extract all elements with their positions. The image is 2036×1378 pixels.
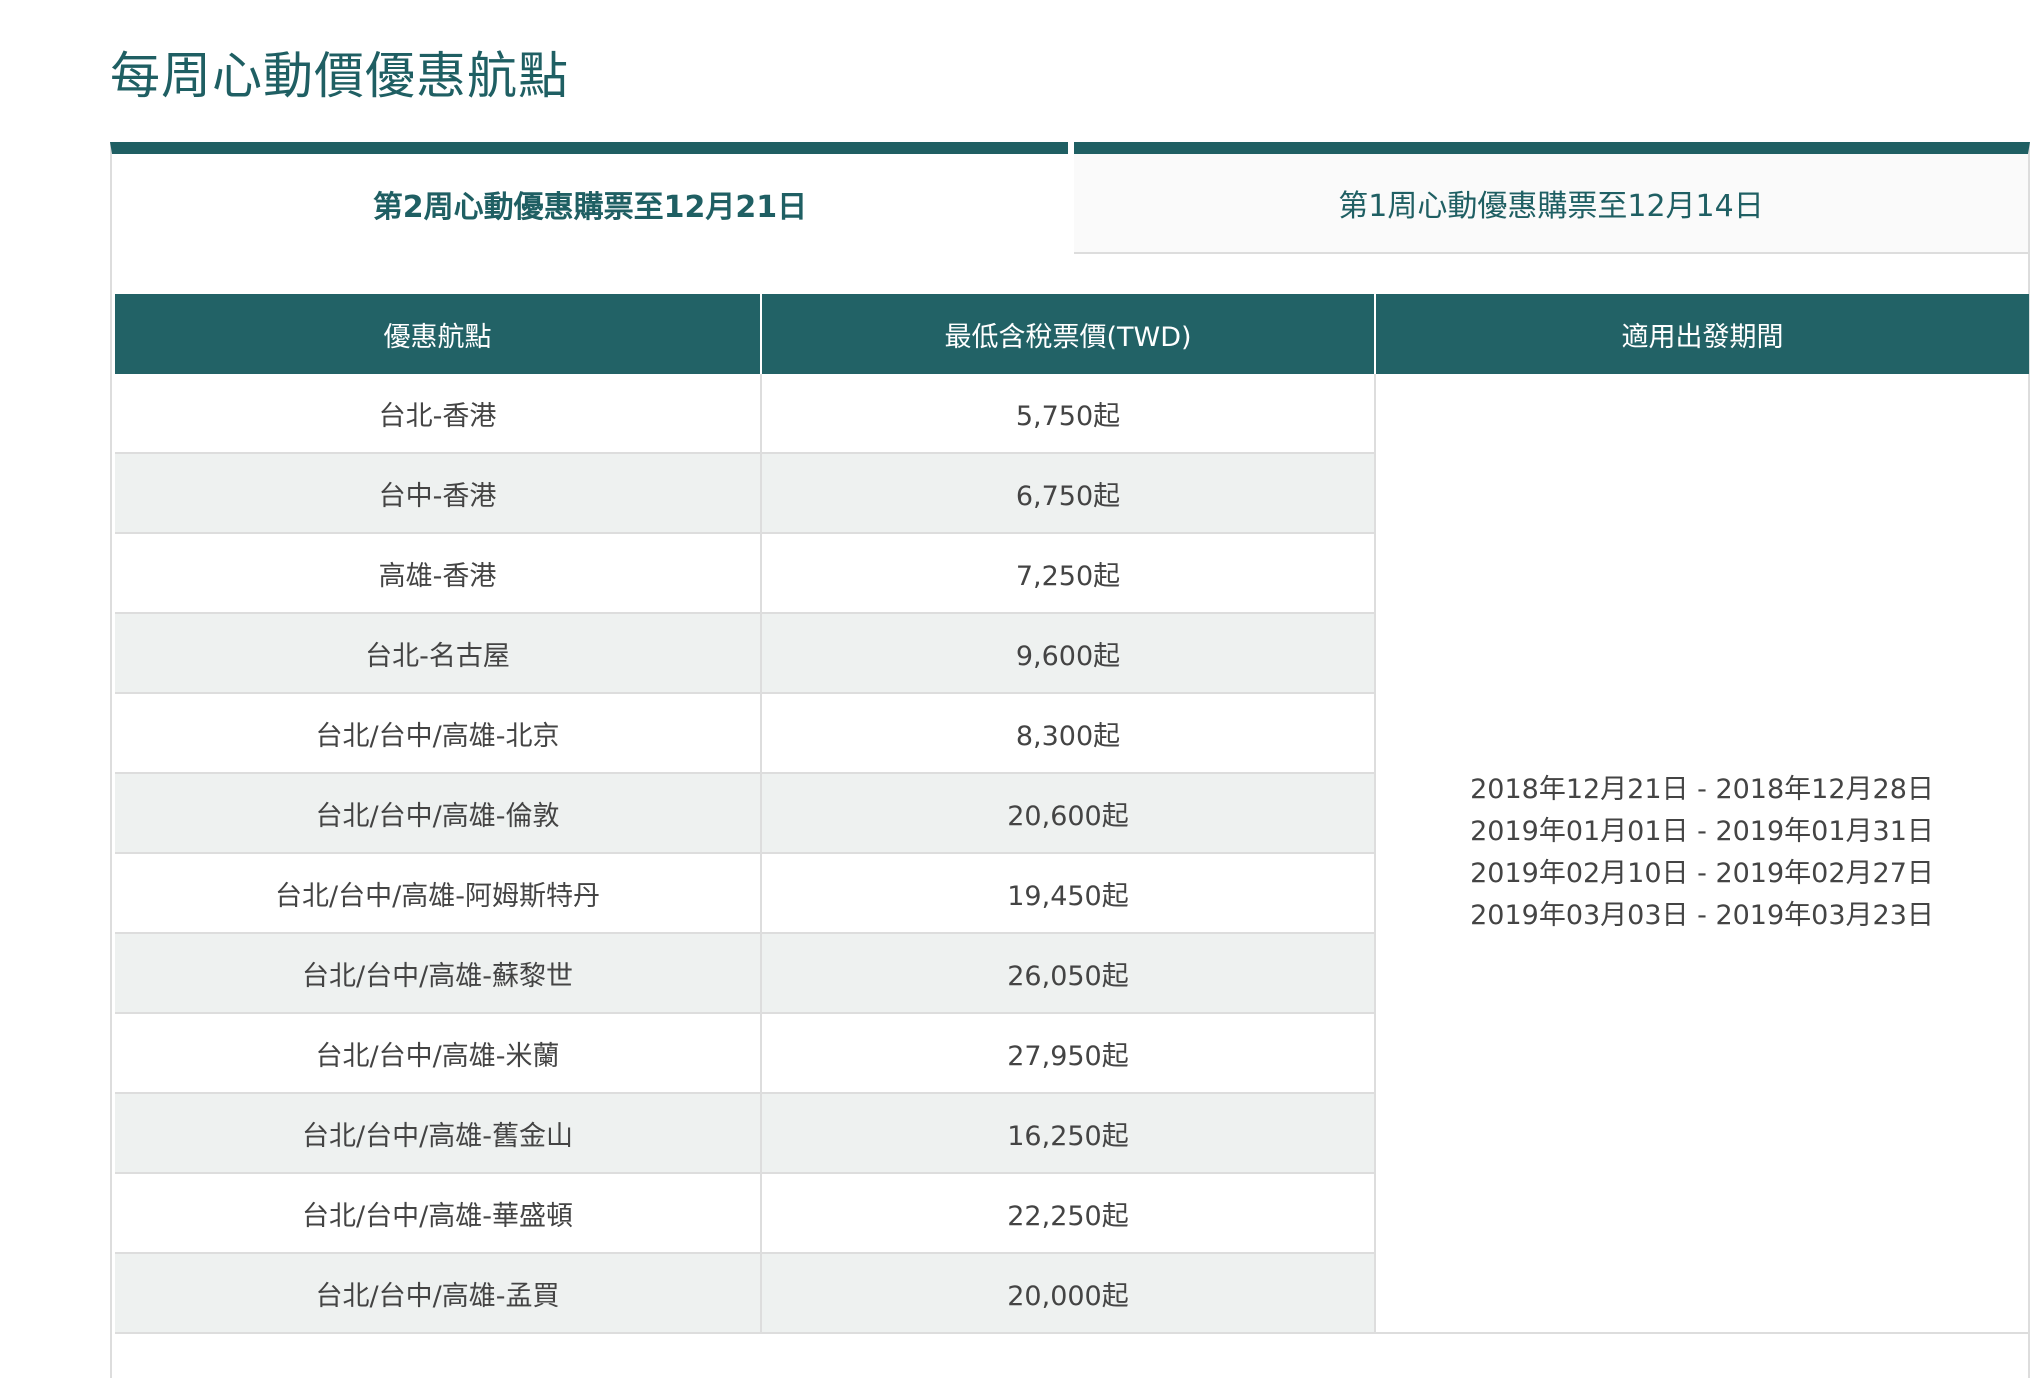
- period-line: 2019年01月01日 - 2019年01月31日: [1470, 816, 1934, 847]
- route-cell: 台北/台中/高雄-北京: [115, 693, 762, 774]
- header-period: 適用出發期間: [1375, 294, 2029, 374]
- price-cell: 22,250起: [761, 1173, 1376, 1254]
- price-cell: 16,250起: [761, 1093, 1376, 1174]
- fare-table: 優惠航點 最低含稅票價(TWD) 適用出發期間 台北-香港 5,750起 201…: [115, 294, 2030, 1334]
- period-line: 2019年02月10日 - 2019年02月27日: [1470, 858, 1934, 889]
- route-cell: 台北/台中/高雄-倫敦: [115, 773, 762, 854]
- price-cell: 8,300起: [761, 693, 1376, 774]
- route-cell: 高雄-香港: [115, 533, 762, 614]
- price-cell: 26,050起: [761, 933, 1376, 1014]
- tab-week-1[interactable]: 第1周心動優惠購票至12月14日: [1074, 142, 2030, 254]
- route-cell: 台北/台中/高雄-舊金山: [115, 1093, 762, 1174]
- period-line: 2018年12月21日 - 2018年12月28日: [1470, 774, 1934, 805]
- route-cell: 台北-香港: [115, 374, 762, 454]
- period-line: 2019年03月03日 - 2019年03月23日: [1470, 900, 1934, 931]
- price-cell: 5,750起: [761, 374, 1376, 454]
- period-cell: 2018年12月21日 - 2018年12月28日 2019年01月01日 - …: [1375, 374, 2030, 1334]
- price-cell: 27,950起: [761, 1013, 1376, 1094]
- table-header-row: 優惠航點 最低含稅票價(TWD) 適用出發期間: [115, 294, 2029, 374]
- header-route: 優惠航點: [115, 294, 762, 374]
- price-cell: 9,600起: [761, 613, 1376, 694]
- price-cell: 19,450起: [761, 853, 1376, 934]
- route-cell: 台中-香港: [115, 453, 762, 534]
- route-cell: 台北/台中/高雄-蘇黎世: [115, 933, 762, 1014]
- price-cell: 6,750起: [761, 453, 1376, 534]
- route-cell: 台北/台中/高雄-孟買: [115, 1253, 762, 1334]
- route-cell: 台北/台中/高雄-阿姆斯特丹: [115, 853, 762, 934]
- tab-panel: 優惠航點 最低含稅票價(TWD) 適用出發期間 台北-香港 5,750起 201…: [110, 254, 2030, 1378]
- price-cell: 7,250起: [761, 533, 1376, 614]
- header-price: 最低含稅票價(TWD): [761, 294, 1376, 374]
- route-cell: 台北/台中/高雄-華盛頓: [115, 1173, 762, 1254]
- route-cell: 台北-名古屋: [115, 613, 762, 694]
- tab-bar: 第2周心動優惠購票至12月21日 第1周心動優惠購票至12月14日: [110, 142, 2030, 254]
- page-title: 每周心動價優惠航點: [110, 47, 569, 105]
- tab-week-2[interactable]: 第2周心動優惠購票至12月21日: [110, 142, 1068, 254]
- price-cell: 20,000起: [761, 1253, 1376, 1334]
- price-cell: 20,600起: [761, 773, 1376, 854]
- table-row: 台北-香港 5,750起 2018年12月21日 - 2018年12月28日 2…: [115, 374, 2030, 1334]
- route-cell: 台北/台中/高雄-米蘭: [115, 1013, 762, 1094]
